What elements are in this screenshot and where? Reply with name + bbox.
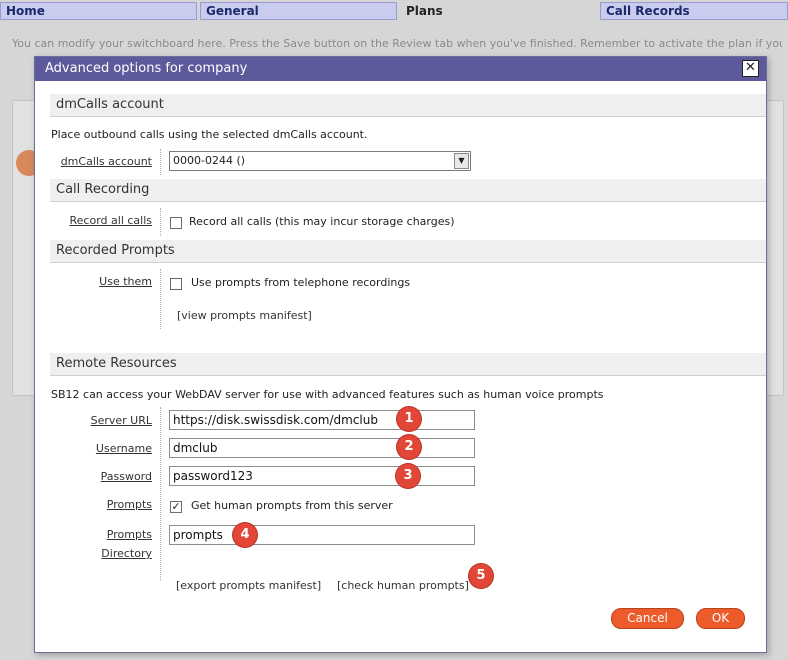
dialog-title: Advanced options for company bbox=[45, 61, 248, 76]
chevron-down-icon[interactable]: ▼ bbox=[454, 153, 469, 169]
callout-badge-3: 3 bbox=[396, 464, 420, 488]
tab-plans[interactable]: Plans bbox=[400, 2, 597, 20]
use-prompts-text: Use prompts from telephone recordings bbox=[191, 276, 411, 289]
record-all-calls-text: Record all calls (this may incur storage… bbox=[189, 215, 455, 228]
record-all-calls-label: Record all calls bbox=[69, 214, 152, 227]
prompts-label: Prompts bbox=[106, 498, 152, 511]
section-dmcalls-heading: dmCalls account bbox=[50, 94, 766, 117]
username-input[interactable] bbox=[169, 438, 475, 458]
page-notice: You can modify your switchboard here. Pr… bbox=[12, 37, 782, 50]
tab-general[interactable]: General bbox=[200, 2, 397, 20]
tab-home[interactable]: Home bbox=[0, 2, 197, 20]
dmcalls-account-select[interactable]: 0000-0244 () ▼ bbox=[169, 151, 471, 171]
divider bbox=[160, 269, 161, 329]
password-label: Password bbox=[100, 470, 152, 483]
dialog-titlebar: Advanced options for company bbox=[35, 57, 766, 81]
get-human-prompts-text: Get human prompts from this server bbox=[191, 499, 393, 512]
dmcalls-account-label: dmCalls account bbox=[60, 155, 152, 168]
section-remote-resources-heading: Remote Resources bbox=[50, 353, 766, 376]
callout-badge-5: 5 bbox=[469, 564, 493, 588]
tab-call-records[interactable]: Call Records bbox=[600, 2, 788, 20]
callout-badge-4: 4 bbox=[233, 523, 257, 547]
section-recorded-prompts-heading: Recorded Prompts bbox=[50, 240, 766, 263]
top-nav: Home General Plans Call Records bbox=[0, 0, 788, 22]
callout-badge-2: 2 bbox=[397, 435, 421, 459]
divider bbox=[160, 149, 161, 175]
cancel-button[interactable]: Cancel bbox=[611, 608, 684, 629]
advanced-options-dialog: Advanced options for company ✕ dmCalls a… bbox=[34, 56, 767, 653]
check-human-prompts-link[interactable]: [check human prompts] bbox=[337, 579, 469, 592]
server-url-input[interactable] bbox=[169, 410, 475, 430]
server-url-label: Server URL bbox=[90, 414, 152, 427]
remote-resources-description: SB12 can access your WebDAV server for u… bbox=[51, 388, 604, 401]
use-them-label: Use them bbox=[99, 275, 152, 288]
password-input[interactable] bbox=[169, 466, 475, 486]
record-all-calls-checkbox[interactable] bbox=[170, 217, 182, 229]
close-icon[interactable]: ✕ bbox=[742, 60, 759, 77]
view-prompts-manifest-link[interactable]: [view prompts manifest] bbox=[177, 309, 312, 322]
get-human-prompts-checkbox[interactable]: ✓ bbox=[170, 501, 182, 513]
dmcalls-description: Place outbound calls using the selected … bbox=[51, 128, 368, 141]
divider bbox=[160, 407, 161, 581]
username-label: Username bbox=[95, 442, 152, 455]
use-prompts-checkbox[interactable] bbox=[170, 278, 182, 290]
ok-button[interactable]: OK bbox=[696, 608, 745, 629]
section-call-recording-heading: Call Recording bbox=[50, 179, 766, 202]
prompts-directory-label-line1: Prompts bbox=[106, 528, 152, 541]
prompts-directory-input[interactable] bbox=[169, 525, 475, 545]
callout-badge-1: 1 bbox=[397, 407, 421, 431]
prompts-directory-label-line2: Directory bbox=[101, 547, 152, 560]
dmcalls-account-value: 0000-0244 () bbox=[173, 154, 246, 167]
export-prompts-manifest-link[interactable]: [export prompts manifest] bbox=[176, 579, 321, 592]
divider bbox=[160, 208, 161, 236]
